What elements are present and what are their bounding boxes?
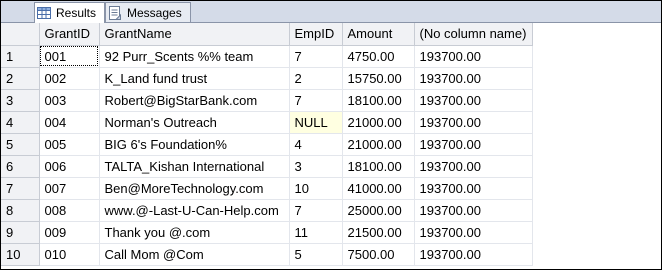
corner-cell[interactable]	[1, 23, 40, 46]
table-row[interactable]: 8 008 www.@-Last-U-Can-Help.com 7 25000.…	[1, 199, 533, 222]
row-number[interactable]: 4	[1, 111, 40, 134]
cell-amount[interactable]: 7500.00	[342, 243, 415, 266]
cell-amount[interactable]: 25000.00	[342, 199, 415, 222]
tab-messages-label: Messages	[127, 5, 182, 20]
cell-grantid[interactable]: 004	[39, 111, 100, 134]
table-row[interactable]: 2 002 K_Land fund trust 2 15750.00 19370…	[1, 67, 533, 90]
row-number[interactable]: 5	[1, 133, 40, 156]
cell-amount[interactable]: 15750.00	[342, 67, 415, 90]
messages-icon	[108, 5, 122, 20]
row-number[interactable]: 10	[1, 243, 40, 266]
cell-no-column-name[interactable]: 193700.00	[414, 89, 533, 112]
cell-empid[interactable]: 7	[289, 199, 343, 222]
cell-no-column-name[interactable]: 193700.00	[414, 111, 533, 134]
cell-grantname[interactable]: Call Mom @Com	[99, 243, 290, 266]
cell-no-column-name[interactable]: 193700.00	[414, 155, 533, 178]
results-table: GrantID GrantName EmpID Amount (No colum…	[1, 23, 533, 266]
table-row[interactable]: 3 003 Robert@BigStarBank.com 7 18100.00 …	[1, 89, 533, 112]
results-tab-bar: Results Messages	[1, 1, 661, 23]
table-row[interactable]: 6 006 TALTA_Kishan International 3 18100…	[1, 155, 533, 178]
cell-empid[interactable]: 11	[289, 221, 343, 244]
cell-empid-null[interactable]: NULL	[289, 111, 343, 134]
column-header-amount[interactable]: Amount	[342, 23, 415, 46]
cell-amount[interactable]: 18100.00	[342, 155, 415, 178]
cell-grantid[interactable]: 007	[39, 177, 100, 200]
column-header-empid[interactable]: EmpID	[289, 23, 343, 46]
column-header-grantname[interactable]: GrantName	[99, 23, 290, 46]
header-row: GrantID GrantName EmpID Amount (No colum…	[1, 23, 533, 46]
grid-icon	[37, 6, 51, 20]
cell-grantname[interactable]: 92 Purr_Scents %% team	[99, 45, 290, 68]
cell-empid[interactable]: 2	[289, 67, 343, 90]
table-row[interactable]: 5 005 BIG 6's Foundation% 4 21000.00 193…	[1, 133, 533, 156]
cell-empid[interactable]: 5	[289, 243, 343, 266]
tab-messages[interactable]: Messages	[105, 2, 191, 22]
cell-no-column-name[interactable]: 193700.00	[414, 67, 533, 90]
column-header-grantid[interactable]: GrantID	[39, 23, 100, 46]
cell-amount[interactable]: 18100.00	[342, 89, 415, 112]
table-row[interactable]: 1 001 92 Purr_Scents %% team 7 4750.00 1…	[1, 45, 533, 68]
cell-grantname[interactable]: www.@-Last-U-Can-Help.com	[99, 199, 290, 222]
table-row[interactable]: 9 009 Thank you @.com 11 21500.00 193700…	[1, 221, 533, 244]
results-grid[interactable]: GrantID GrantName EmpID Amount (No colum…	[1, 23, 661, 269]
cell-empid[interactable]: 7	[289, 89, 343, 112]
cell-empid[interactable]: 7	[289, 45, 343, 68]
cell-grantid[interactable]: 005	[39, 133, 100, 156]
cell-empid[interactable]: 3	[289, 155, 343, 178]
cell-grantid[interactable]: 009	[39, 221, 100, 244]
cell-grantname[interactable]: K_Land fund trust	[99, 67, 290, 90]
cell-grantid[interactable]: 010	[39, 243, 100, 266]
row-number[interactable]: 6	[1, 155, 40, 178]
cell-grantid[interactable]: 001	[39, 45, 100, 68]
results-pane: Results Messages GrantID GrantName EmpID…	[0, 0, 662, 270]
cell-grantid[interactable]: 002	[39, 67, 100, 90]
row-number[interactable]: 1	[1, 45, 40, 68]
row-number[interactable]: 3	[1, 89, 40, 112]
row-number[interactable]: 9	[1, 221, 40, 244]
cell-grantname[interactable]: Ben@MoreTechnology.com	[99, 177, 290, 200]
cell-no-column-name[interactable]: 193700.00	[414, 221, 533, 244]
row-number[interactable]: 8	[1, 199, 40, 222]
tab-results[interactable]: Results	[34, 2, 105, 23]
table-row[interactable]: 7 007 Ben@MoreTechnology.com 10 41000.00…	[1, 177, 533, 200]
cell-amount[interactable]: 21500.00	[342, 221, 415, 244]
cell-no-column-name[interactable]: 193700.00	[414, 243, 533, 266]
cell-grantid[interactable]: 003	[39, 89, 100, 112]
cell-grantname[interactable]: Thank you @.com	[99, 221, 290, 244]
cell-no-column-name[interactable]: 193700.00	[414, 199, 533, 222]
row-number[interactable]: 2	[1, 67, 40, 90]
cell-amount[interactable]: 21000.00	[342, 111, 415, 134]
cell-empid[interactable]: 10	[289, 177, 343, 200]
row-number[interactable]: 7	[1, 177, 40, 200]
table-row[interactable]: 10 010 Call Mom @Com 5 7500.00 193700.00	[1, 243, 533, 266]
table-row[interactable]: 4 004 Norman's Outreach NULL 21000.00 19…	[1, 111, 533, 134]
cell-no-column-name[interactable]: 193700.00	[414, 45, 533, 68]
cell-grantname[interactable]: TALTA_Kishan International	[99, 155, 290, 178]
cell-amount[interactable]: 21000.00	[342, 133, 415, 156]
cell-empid[interactable]: 4	[289, 133, 343, 156]
cell-no-column-name[interactable]: 193700.00	[414, 133, 533, 156]
cell-grantname[interactable]: Robert@BigStarBank.com	[99, 89, 290, 112]
cell-amount[interactable]: 4750.00	[342, 45, 415, 68]
cell-grantid[interactable]: 008	[39, 199, 100, 222]
cell-grantid[interactable]: 006	[39, 155, 100, 178]
tab-results-label: Results	[56, 6, 97, 20]
cell-amount[interactable]: 41000.00	[342, 177, 415, 200]
cell-grantname[interactable]: Norman's Outreach	[99, 111, 290, 134]
cell-grantname[interactable]: BIG 6's Foundation%	[99, 133, 290, 156]
column-header-no-column-name[interactable]: (No column name)	[414, 23, 533, 46]
cell-no-column-name[interactable]: 193700.00	[414, 177, 533, 200]
